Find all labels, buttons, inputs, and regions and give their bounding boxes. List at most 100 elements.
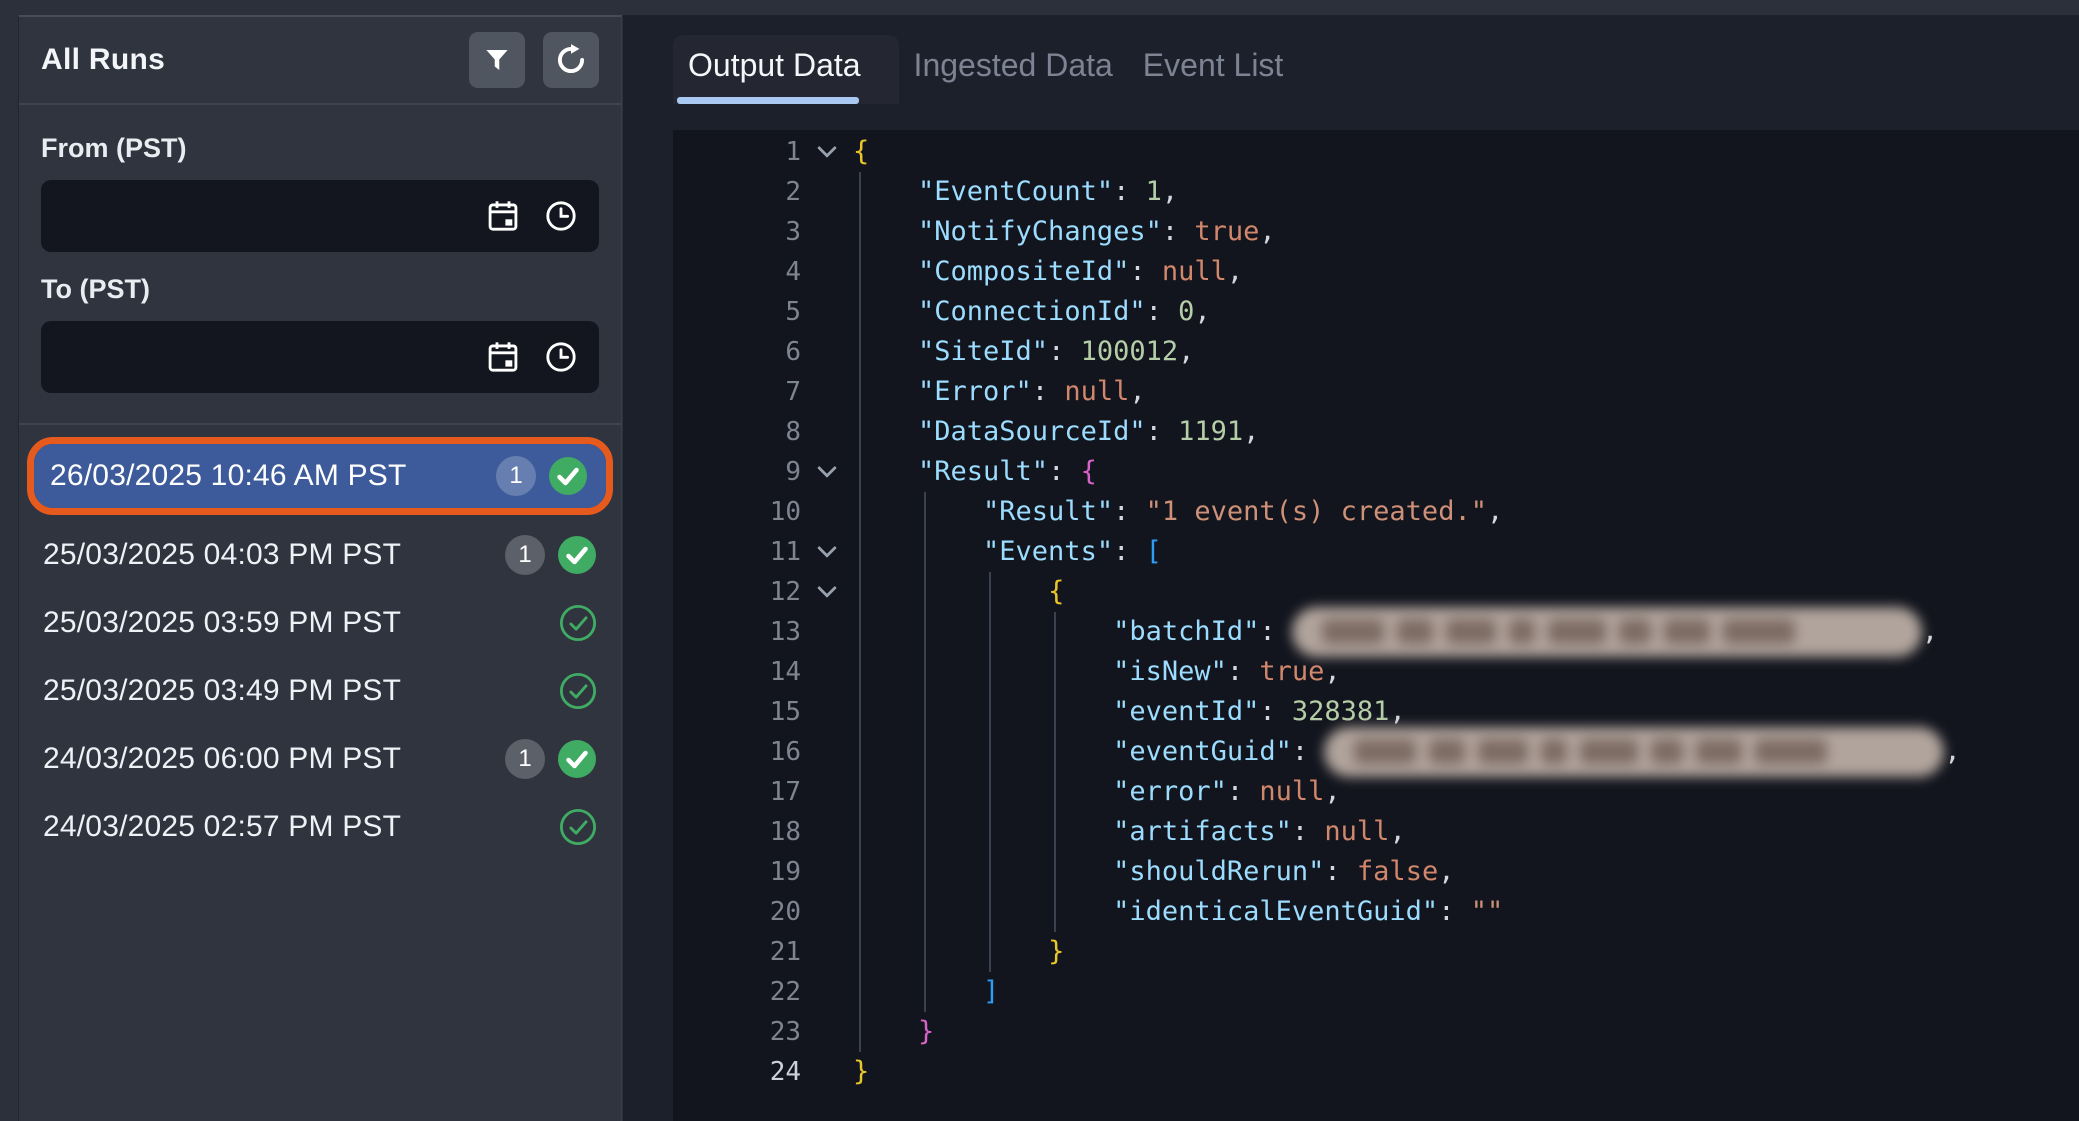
token-key: "isNew" bbox=[1113, 656, 1227, 687]
gutter-fold-slot bbox=[801, 732, 853, 772]
line-number: 16 bbox=[673, 732, 801, 772]
token-b2: } bbox=[918, 1016, 934, 1047]
indent-guide bbox=[924, 932, 926, 972]
code-content: } bbox=[853, 1012, 2079, 1052]
indent-guide bbox=[1054, 892, 1056, 932]
filter-button[interactable] bbox=[469, 32, 525, 88]
redacted-value bbox=[1324, 727, 1944, 777]
gutter-fold-slot bbox=[801, 172, 853, 212]
to-field[interactable] bbox=[41, 321, 599, 393]
chevron-down-icon[interactable] bbox=[817, 138, 837, 158]
indent-guide bbox=[924, 692, 926, 732]
token-key: "eventGuid" bbox=[1113, 736, 1292, 767]
token-pun: : bbox=[1292, 736, 1325, 767]
indent-guide bbox=[989, 652, 991, 692]
indent-guide bbox=[989, 812, 991, 852]
run-list-item[interactable]: 25/03/2025 03:59 PM PST bbox=[19, 589, 621, 657]
run-timestamp: 26/03/2025 10:46 AM PST bbox=[50, 459, 496, 493]
indent-guide bbox=[859, 892, 861, 932]
blur-blob bbox=[1322, 619, 1384, 644]
indent-guide bbox=[859, 172, 861, 212]
indent-guide bbox=[859, 772, 861, 812]
indent-guide bbox=[989, 572, 991, 612]
token-num: 1 bbox=[1146, 176, 1162, 207]
gutter-fold-slot bbox=[801, 892, 853, 932]
tab-output-data[interactable]: Output Data bbox=[673, 35, 899, 104]
token-pun: : bbox=[1113, 496, 1146, 527]
token-kw: false bbox=[1357, 856, 1438, 887]
line-number: 7 bbox=[673, 372, 801, 412]
code-line: 1{ bbox=[673, 132, 2079, 172]
from-input[interactable] bbox=[61, 201, 463, 232]
tab-label: Ingested Data bbox=[914, 47, 1113, 83]
indent-guide bbox=[859, 612, 861, 652]
indent-guide bbox=[924, 572, 926, 612]
indent-guide bbox=[859, 292, 861, 332]
token-b2: { bbox=[1081, 456, 1097, 487]
blur-blob bbox=[1651, 739, 1683, 764]
token-pun: : bbox=[1292, 816, 1325, 847]
gutter-fold-slot bbox=[801, 372, 853, 412]
token-pun: , bbox=[1259, 216, 1275, 247]
from-field[interactable] bbox=[41, 180, 599, 252]
tab-label: Output Data bbox=[688, 47, 861, 83]
code-line: 11"Events": [ bbox=[673, 532, 2079, 572]
token-pun: : bbox=[1048, 336, 1081, 367]
clock-icon[interactable] bbox=[543, 339, 579, 375]
token-pun: : bbox=[1129, 256, 1162, 287]
run-timestamp: 25/03/2025 03:49 PM PST bbox=[43, 674, 559, 708]
token-key: "ConnectionId" bbox=[918, 296, 1146, 327]
calendar-icon[interactable] bbox=[485, 198, 521, 234]
tab-ingested-data[interactable]: Ingested Data bbox=[899, 35, 1128, 104]
code-line: 8"DataSourceId": 1191, bbox=[673, 412, 2079, 452]
tab-event-list[interactable]: Event List bbox=[1128, 35, 1299, 104]
code-line: 19"shouldRerun": false, bbox=[673, 852, 2079, 892]
token-pun: , bbox=[1944, 736, 1960, 767]
token-pun: : bbox=[1146, 416, 1179, 447]
indent-guide bbox=[924, 732, 926, 772]
chevron-down-icon[interactable] bbox=[817, 458, 837, 478]
indent-guide bbox=[859, 332, 861, 372]
blur-blob bbox=[1541, 739, 1567, 764]
code-line: 16 "eventGuid": , bbox=[673, 732, 2079, 772]
success-check-icon bbox=[557, 739, 597, 779]
token-key: "identicalEventGuid" bbox=[1113, 896, 1438, 927]
run-list-item[interactable]: 24/03/2025 02:57 PM PST bbox=[19, 793, 621, 861]
token-str: "" bbox=[1471, 896, 1504, 927]
token-pun: : bbox=[1259, 696, 1292, 727]
code-content: "NotifyChanges": true, bbox=[853, 212, 2079, 252]
indent-guide bbox=[859, 252, 861, 292]
line-number: 19 bbox=[673, 852, 801, 892]
indent-guide bbox=[859, 532, 861, 572]
event-count-badge: 1 bbox=[505, 739, 545, 779]
chevron-down-icon[interactable] bbox=[817, 538, 837, 558]
event-count-badge: 1 bbox=[505, 535, 545, 575]
run-list-item[interactable]: 26/03/2025 10:46 AM PST1 bbox=[34, 444, 606, 508]
to-input[interactable] bbox=[61, 342, 463, 373]
code-content: "artifacts": null, bbox=[853, 812, 2079, 852]
chevron-down-icon[interactable] bbox=[817, 578, 837, 598]
calendar-icon[interactable] bbox=[485, 339, 521, 375]
run-list-item[interactable]: 25/03/2025 04:03 PM PST1 bbox=[19, 521, 621, 589]
refresh-icon bbox=[553, 42, 589, 78]
run-list-item[interactable]: 25/03/2025 03:49 PM PST bbox=[19, 657, 621, 725]
from-label: From (PST) bbox=[41, 133, 599, 164]
token-kw: null bbox=[1259, 776, 1324, 807]
token-key: "CompositeId" bbox=[918, 256, 1129, 287]
gutter-fold-slot bbox=[801, 492, 853, 532]
indent-guide bbox=[1054, 612, 1056, 652]
code-line: 4"CompositeId": null, bbox=[673, 252, 2079, 292]
run-timestamp: 25/03/2025 04:03 PM PST bbox=[43, 538, 505, 572]
gutter-fold-slot bbox=[801, 772, 853, 812]
code-line: 5"ConnectionId": 0, bbox=[673, 292, 2079, 332]
json-code: 1{2"EventCount": 1,3"NotifyChanges": tru… bbox=[673, 132, 2079, 1092]
run-list-item[interactable]: 24/03/2025 06:00 PM PST1 bbox=[19, 725, 621, 793]
annotation-highlight: 26/03/2025 10:46 AM PST1 bbox=[27, 437, 613, 515]
clock-icon[interactable] bbox=[543, 198, 579, 234]
token-pun: : bbox=[1162, 216, 1195, 247]
indent-guide bbox=[924, 492, 926, 532]
code-line: 14"isNew": true, bbox=[673, 652, 2079, 692]
token-pun: : bbox=[1113, 536, 1146, 567]
token-pun: : bbox=[1048, 456, 1081, 487]
refresh-button[interactable] bbox=[543, 32, 599, 88]
